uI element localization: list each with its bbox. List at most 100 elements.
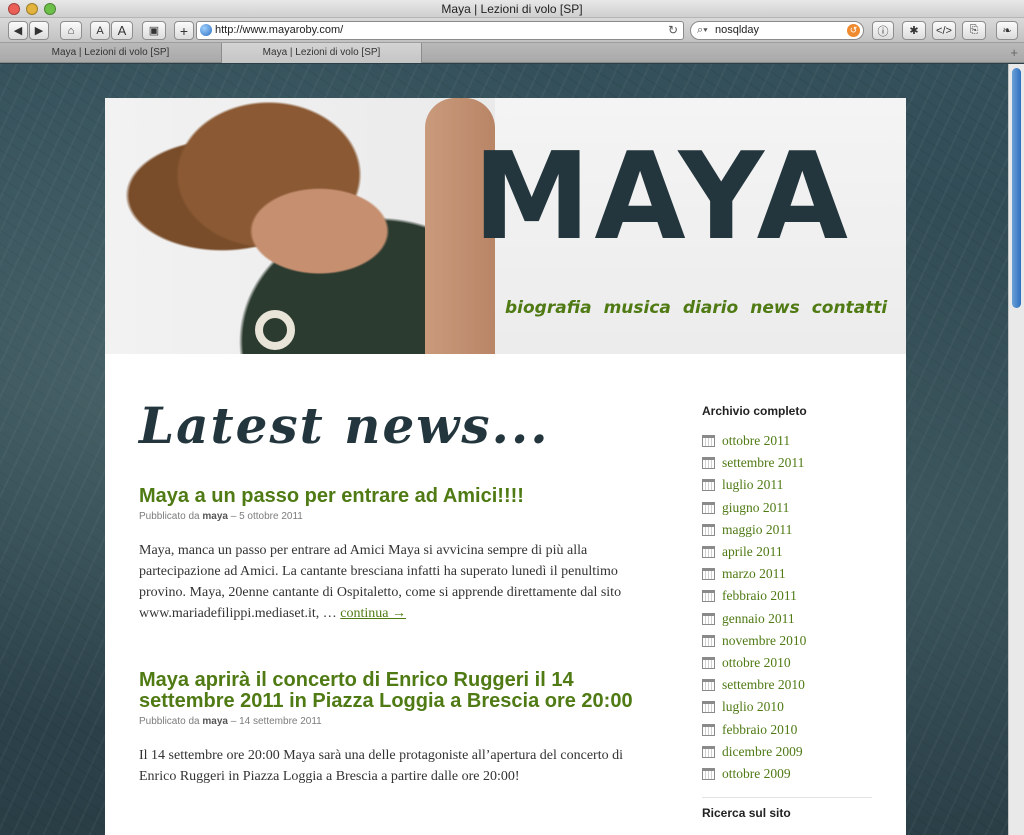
archive-item[interactable]: maggio 2011: [702, 519, 872, 541]
text-bigger-button[interactable]: A: [111, 21, 133, 40]
read-more-link[interactable]: continua →: [340, 606, 406, 621]
calendar-icon: [702, 745, 715, 758]
tab-bar: Maya | Lezioni di volo [SP] Maya | Lezio…: [0, 43, 1024, 63]
archive-link[interactable]: marzo 2011: [722, 566, 786, 582]
close-window-button[interactable]: [8, 3, 20, 15]
text-smaller-button[interactable]: A: [90, 21, 110, 40]
archive-link[interactable]: ottobre 2010: [722, 655, 791, 671]
archive-link[interactable]: maggio 2011: [722, 522, 792, 538]
archive-link[interactable]: giugno 2011: [722, 500, 789, 516]
archive-item[interactable]: gennaio 2011: [702, 608, 872, 630]
archive-item[interactable]: giugno 2011: [702, 497, 872, 519]
search-field[interactable]: ⌕▾ nosqlday ↺: [690, 21, 864, 40]
text-bigger-label: A: [117, 23, 127, 38]
nav-diario[interactable]: diario: [683, 298, 738, 318]
info-icon: ⓘ: [877, 25, 889, 38]
post-2: Maya aprirà il concerto di Enrico Rugger…: [139, 670, 659, 787]
home-icon: ⌂: [67, 24, 75, 37]
reload-icon[interactable]: ↻: [668, 22, 678, 39]
archive-link[interactable]: aprile 2011: [722, 544, 783, 560]
archive-item[interactable]: luglio 2010: [702, 696, 872, 718]
archive-link[interactable]: ottobre 2011: [722, 433, 790, 449]
post-excerpt: Maya, manca un passo per entrare ad Amic…: [139, 540, 659, 624]
sidebar-divider: [702, 797, 872, 798]
address-bar[interactable]: http://www.mayaroby.com/ ↻: [196, 21, 684, 40]
back-arrow-icon: ◀: [13, 25, 23, 37]
camera-icon: ▣: [148, 25, 160, 37]
archive-link[interactable]: luglio 2010: [722, 699, 784, 715]
archive-link[interactable]: luglio 2011: [722, 477, 783, 493]
home-button[interactable]: ⌂: [60, 21, 82, 40]
bug-button[interactable]: ✱: [902, 21, 926, 40]
forward-button[interactable]: ▶: [29, 21, 49, 40]
nav-news[interactable]: news: [750, 298, 799, 318]
tab-1[interactable]: Maya | Lezioni di volo [SP]: [0, 43, 222, 63]
calendar-icon: [702, 679, 715, 692]
extension-button[interactable]: ❧: [996, 21, 1018, 40]
meta-separator: –: [230, 511, 237, 522]
archive-item[interactable]: luglio 2011: [702, 474, 872, 496]
search-widget-title: Ricerca sul sito: [702, 806, 791, 820]
browser-toolbar: ◀ ▶ ⌂ A A ▣ + http://www.mayaroby.com/ ↻…: [0, 18, 1024, 43]
archive-item[interactable]: ottobre 2011: [702, 430, 872, 452]
calendar-icon: [702, 457, 715, 470]
post-author[interactable]: maya: [202, 716, 228, 727]
scrollbar-thumb[interactable]: [1012, 68, 1021, 308]
archive-item[interactable]: ottobre 2009: [702, 763, 872, 785]
page-heading: Latest news...: [139, 396, 550, 455]
archive-item[interactable]: marzo 2011: [702, 563, 872, 585]
forward-arrow-icon: ▶: [34, 25, 44, 37]
site-logo[interactable]: MAYA: [473, 135, 852, 257]
post-title[interactable]: Maya a un passo per entrare ad Amici!!!!: [139, 486, 659, 507]
main-content: Latest news... Maya a un passo per entra…: [139, 398, 659, 833]
archive-item[interactable]: dicembre 2009: [702, 741, 872, 763]
archive-list: ottobre 2011 settembre 2011 luglio 2011 giu…: [702, 430, 872, 785]
post-title[interactable]: Maya aprirà il concerto di Enrico Rugger…: [139, 670, 659, 712]
zoom-window-button[interactable]: [44, 3, 56, 15]
archive-item[interactable]: febbraio 2010: [702, 718, 872, 740]
archive-item[interactable]: settembre 2011: [702, 452, 872, 474]
vertical-scrollbar[interactable]: [1008, 64, 1024, 835]
nav-biografia[interactable]: biografia: [505, 298, 592, 318]
meta-prefix: Pubblicato da: [139, 511, 200, 522]
archive-item[interactable]: febbraio 2011: [702, 585, 872, 607]
archive-item[interactable]: ottobre 2010: [702, 652, 872, 674]
excerpt-text: Il 14 settembre ore 20:00 Maya sarà una …: [139, 748, 623, 784]
archive-link[interactable]: settembre 2010: [722, 677, 805, 693]
tab-2[interactable]: Maya | Lezioni di volo [SP]: [222, 43, 422, 63]
back-button[interactable]: ◀: [8, 21, 28, 40]
archive-link[interactable]: novembre 2010: [722, 633, 806, 649]
new-tab-button[interactable]: +: [1010, 43, 1018, 62]
archive-link[interactable]: febbraio 2011: [722, 588, 797, 604]
add-bookmark-button[interactable]: +: [174, 21, 194, 40]
nav-contatti[interactable]: contatti: [812, 298, 888, 318]
validate-button[interactable]: ⎘: [962, 21, 986, 40]
add-label: +: [179, 22, 189, 39]
archive-link[interactable]: settembre 2011: [722, 455, 804, 471]
window-title: Maya | Lezioni di volo [SP]: [441, 2, 583, 16]
minimize-window-button[interactable]: [26, 3, 38, 15]
screenshot-button[interactable]: ▣: [142, 21, 166, 40]
globe-icon: [200, 24, 212, 36]
bug-icon: ✱: [909, 25, 919, 37]
archive-item[interactable]: novembre 2010: [702, 630, 872, 652]
archive-item[interactable]: settembre 2010: [702, 674, 872, 696]
main-nav: biografia musica diario news contatti: [505, 298, 887, 318]
archive-link[interactable]: febbraio 2010: [722, 722, 797, 738]
tab-title: Maya | Lezioni di volo [SP]: [262, 47, 381, 58]
calendar-icon: [702, 435, 715, 448]
archive-item[interactable]: aprile 2011: [702, 541, 872, 563]
archive-link[interactable]: dicembre 2009: [722, 744, 803, 760]
archive-link[interactable]: ottobre 2009: [722, 766, 791, 782]
clear-search-icon[interactable]: ↺: [847, 24, 860, 37]
archive-link[interactable]: gennaio 2011: [722, 611, 795, 627]
text-smaller-label: A: [96, 24, 104, 37]
code-icon: </>: [936, 24, 952, 37]
nav-musica[interactable]: musica: [604, 298, 671, 318]
info-button[interactable]: ⓘ: [872, 21, 894, 40]
page-viewport: MAYA biografia musica diario news contat…: [0, 64, 1008, 835]
post-date: 5 ottobre 2011: [239, 511, 303, 522]
post-author[interactable]: maya: [202, 511, 228, 522]
url-text: http://www.mayaroby.com/: [215, 24, 344, 36]
source-button[interactable]: </>: [932, 21, 956, 40]
